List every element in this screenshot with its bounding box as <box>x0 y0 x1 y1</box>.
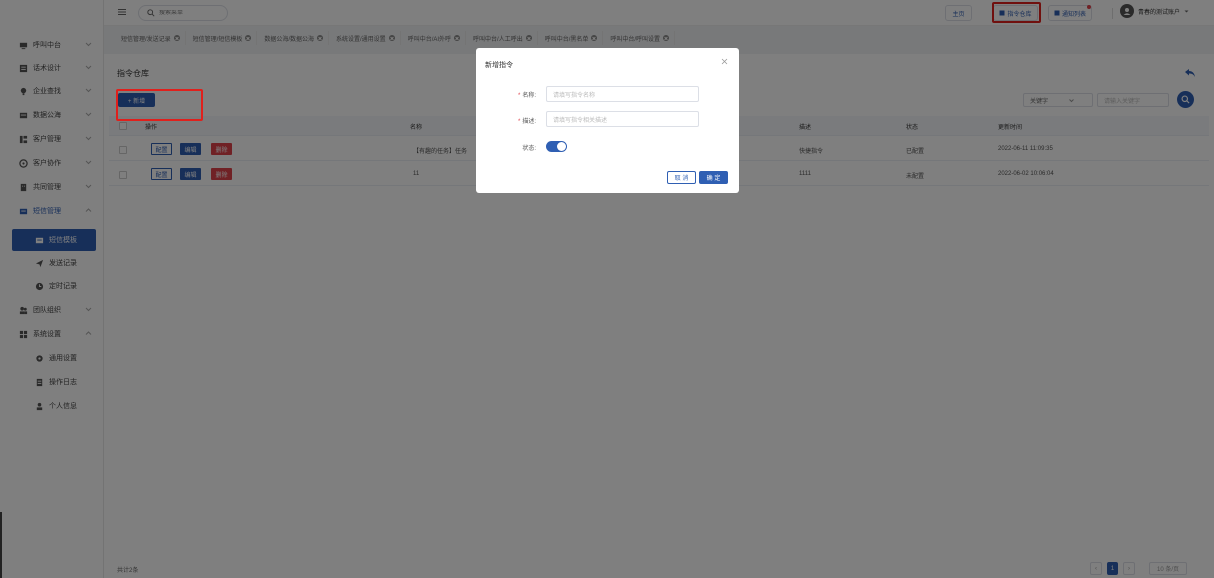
add-command-dialog: 新增指令 * 名称: 请填写指令名称 * 描述: 请填写指令相关描述 状态: 取 消… <box>476 48 739 193</box>
desc-label: * 描述: <box>517 119 536 125</box>
desc-input[interactable]: 请填写指令相关描述 <box>546 111 699 127</box>
confirm-button[interactable]: 确 定 <box>699 171 728 184</box>
window-edge <box>0 512 2 578</box>
name-input[interactable]: 请填写指令名称 <box>546 86 699 102</box>
dialog-title: 新增指令 <box>485 62 513 69</box>
cancel-button[interactable]: 取 消 <box>667 171 696 184</box>
name-label-text: 名称: <box>522 93 536 99</box>
close-icon[interactable] <box>721 58 728 65</box>
desc-label-text: 描述: <box>522 119 536 125</box>
status-label: 状态: <box>522 146 536 152</box>
highlight-add-button <box>116 89 203 121</box>
name-label: * 名称: <box>517 93 536 99</box>
status-toggle[interactable] <box>546 141 567 152</box>
